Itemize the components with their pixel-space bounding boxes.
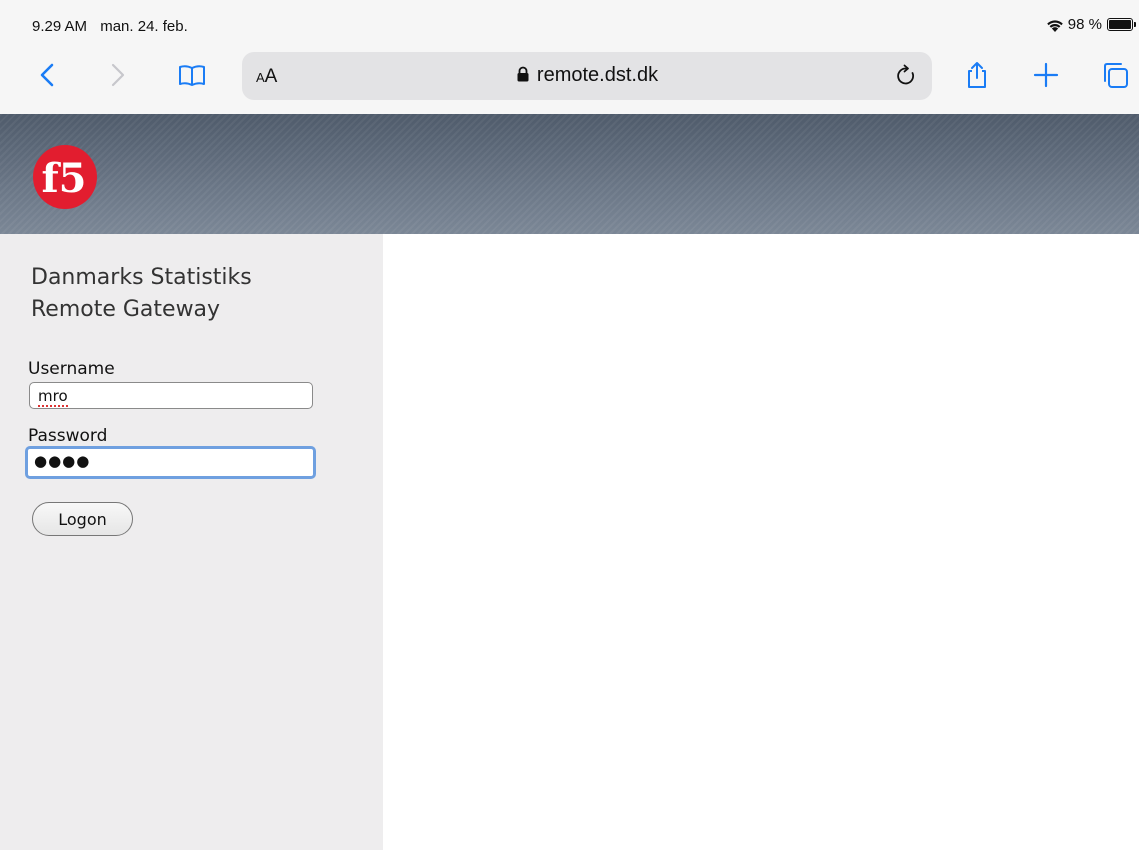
reload-icon[interactable] bbox=[892, 62, 920, 90]
lock-icon bbox=[517, 66, 529, 82]
share-icon[interactable] bbox=[960, 58, 994, 92]
status-datetime: 9.29 AM man. 24. feb. bbox=[32, 18, 188, 35]
page-banner: f5 bbox=[0, 114, 1139, 234]
title-line-2: Remote Gateway bbox=[31, 297, 221, 322]
bookmarks-icon[interactable] bbox=[175, 58, 209, 92]
page-title: Danmarks Statistiks Remote Gateway bbox=[31, 262, 252, 326]
password-label: Password bbox=[28, 426, 108, 446]
browser-toolbar: AA remote.dst.dk bbox=[0, 46, 1139, 106]
address-bar[interactable]: AA remote.dst.dk bbox=[242, 52, 932, 100]
back-icon[interactable] bbox=[31, 58, 65, 92]
logon-button[interactable]: Logon bbox=[32, 502, 133, 536]
forward-icon[interactable] bbox=[100, 58, 134, 92]
f5-logo: f5 bbox=[33, 145, 97, 209]
url-display[interactable]: remote.dst.dk bbox=[242, 64, 932, 87]
new-tab-icon[interactable] bbox=[1029, 58, 1063, 92]
tabs-icon[interactable] bbox=[1098, 58, 1132, 92]
status-indicators: 98 % bbox=[1045, 16, 1136, 33]
password-field[interactable]: ●●●● bbox=[25, 446, 316, 479]
battery-percent: 98 % bbox=[1067, 16, 1102, 33]
status-date: man. 24. feb. bbox=[100, 18, 188, 35]
battery-icon bbox=[1107, 18, 1136, 31]
username-label: Username bbox=[28, 359, 115, 379]
svg-text:f5: f5 bbox=[41, 155, 86, 202]
username-field[interactable]: mro bbox=[29, 382, 313, 409]
status-bar: 9.29 AM man. 24. feb. 98 % bbox=[0, 0, 1139, 40]
status-time: 9.29 AM bbox=[32, 18, 88, 35]
wifi-icon bbox=[1046, 19, 1063, 32]
password-mask: ●●●● bbox=[34, 452, 91, 470]
login-sidebar: Danmarks Statistiks Remote Gateway Usern… bbox=[0, 234, 383, 850]
url-text: remote.dst.dk bbox=[536, 64, 659, 86]
title-line-1: Danmarks Statistiks bbox=[31, 265, 252, 290]
browser-chrome: 9.29 AM man. 24. feb. 98 % AA remote.dst… bbox=[0, 0, 1139, 114]
username-value: mro bbox=[38, 387, 68, 407]
